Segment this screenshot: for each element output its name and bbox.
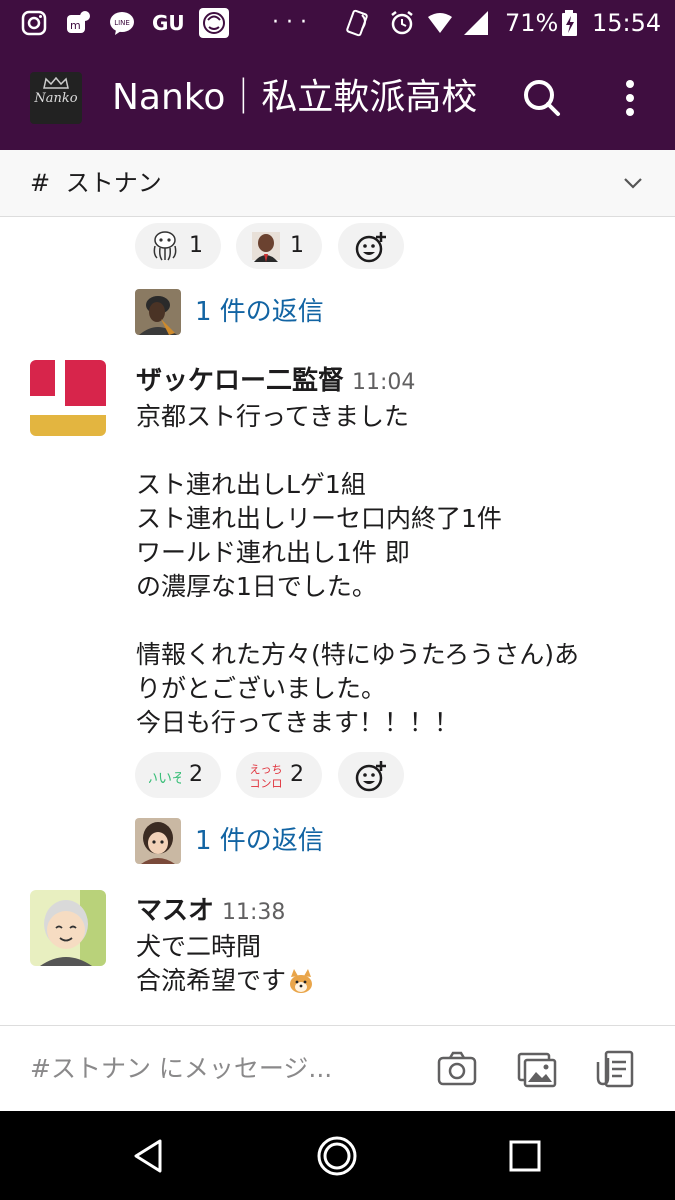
message-line: りがとございました。 <box>136 674 387 703</box>
reaction-pill[interactable]: えっち コンロ 2 <box>236 752 322 798</box>
reply-count-text: 1 件の返信 <box>195 297 324 327</box>
reaction-pill[interactable]: 1 <box>236 223 322 269</box>
user-avatar[interactable] <box>30 360 106 436</box>
nfc-icon <box>346 9 368 37</box>
battery-charging-icon <box>562 10 577 36</box>
add-reaction-icon <box>355 761 386 792</box>
message-time: 11:04 <box>352 370 416 395</box>
reaction-count: 1 <box>189 233 203 258</box>
message-author[interactable]: ザッケロー二監督 11:04 <box>136 363 415 401</box>
message-input[interactable]: #ストナン にメッセージ... <box>30 1052 332 1086</box>
chevron-down-icon[interactable] <box>620 170 646 196</box>
message-author[interactable]: マスオ 11:38 <box>136 893 285 931</box>
reaction-count: 2 <box>189 762 203 787</box>
shiba-dog-emoji <box>290 969 313 993</box>
channel-header[interactable]: # ストナン <box>0 150 675 217</box>
wifi-icon <box>428 13 452 33</box>
android-nav-bar <box>0 1111 675 1200</box>
svg-text:コンロ: コンロ <box>250 777 282 790</box>
camera-icon[interactable] <box>436 1048 478 1090</box>
svg-text:いいぞ: いいぞ <box>149 771 181 787</box>
reply-avatar <box>135 289 181 335</box>
message-time: 11:38 <box>222 900 286 925</box>
user-avatar[interactable] <box>30 890 106 966</box>
svg-text:えっち: えっち <box>250 763 282 776</box>
crown-icon <box>43 77 69 89</box>
battery-percent: 71% <box>505 9 559 37</box>
message-line: スト連れ出しLゲ1組 <box>136 470 366 499</box>
gu-icon: GU <box>152 11 185 35</box>
svg-text:LINE: LINE <box>114 19 130 27</box>
workspace-title[interactable]: Nanko｜私立軟派高校 <box>112 72 477 124</box>
add-reaction-button[interactable] <box>338 752 404 798</box>
reaction-pill[interactable]: 1 <box>135 223 221 269</box>
logo-text: Nanko <box>34 91 78 106</box>
man-face-emoji <box>252 232 280 262</box>
hash-icon: # <box>30 169 51 197</box>
message-line: 今日も行ってきます！！！！ <box>136 708 460 737</box>
status-bar: m LINE GU · · · 71% 15:54 <box>0 0 675 46</box>
message-line: の濃厚な1日でした。 <box>136 572 377 601</box>
reaction-count: 2 <box>290 762 304 787</box>
ecchi-konro-emoji: えっち コンロ <box>250 763 282 790</box>
channel-name: # ストナン <box>30 169 162 197</box>
image-icon[interactable] <box>516 1048 558 1090</box>
octopus-emoji <box>153 231 177 261</box>
manga-icon <box>199 8 229 38</box>
mercari-icon: m <box>67 11 90 33</box>
back-triangle-icon[interactable] <box>128 1135 170 1177</box>
home-circle-icon[interactable] <box>316 1135 358 1177</box>
message-line: 情報くれた方々(特にゆうたろうさん)あ <box>136 640 580 669</box>
message-composer[interactable]: #ストナン にメッセージ... <box>0 1025 675 1112</box>
attach-file-icon[interactable] <box>594 1048 636 1090</box>
message-line: ワールド連れ出し1件 即 <box>136 538 410 567</box>
reaction-count: 1 <box>290 233 304 258</box>
alarm-icon <box>391 11 413 35</box>
recents-square-icon[interactable] <box>504 1135 546 1177</box>
reply-count-text: 1 件の返信 <box>195 826 324 856</box>
more-dots-icon: · · · <box>272 10 307 35</box>
reply-avatar <box>135 818 181 864</box>
message-line: 京都スト行ってきました <box>136 402 410 431</box>
instagram-icon <box>21 10 47 36</box>
message-line: 合流希望です <box>136 964 316 998</box>
line-icon: LINE <box>110 12 134 35</box>
signal-icon <box>464 11 488 35</box>
add-reaction-button[interactable] <box>338 223 404 269</box>
app-bar: Nanko Nanko｜私立軟派高校 <box>0 46 675 150</box>
message-list[interactable]: 1 1 1 件の返信 ザッケロー二監督 11:04 京都スト行ってきました スト… <box>0 217 675 1025</box>
workspace-logo[interactable]: Nanko <box>30 72 82 124</box>
iize-emoji: いいぞ <box>149 771 181 787</box>
search-icon[interactable] <box>516 72 568 124</box>
reaction-pill[interactable]: いいぞ 2 <box>135 752 221 798</box>
clock: 15:54 <box>592 9 662 37</box>
svg-text:m: m <box>70 19 81 32</box>
more-vert-icon[interactable] <box>604 72 656 124</box>
message-line: 犬で二時間 <box>136 932 262 961</box>
message-line: スト連れ出しリーセ口内終了1件 <box>136 504 502 533</box>
add-reaction-icon <box>355 232 386 263</box>
